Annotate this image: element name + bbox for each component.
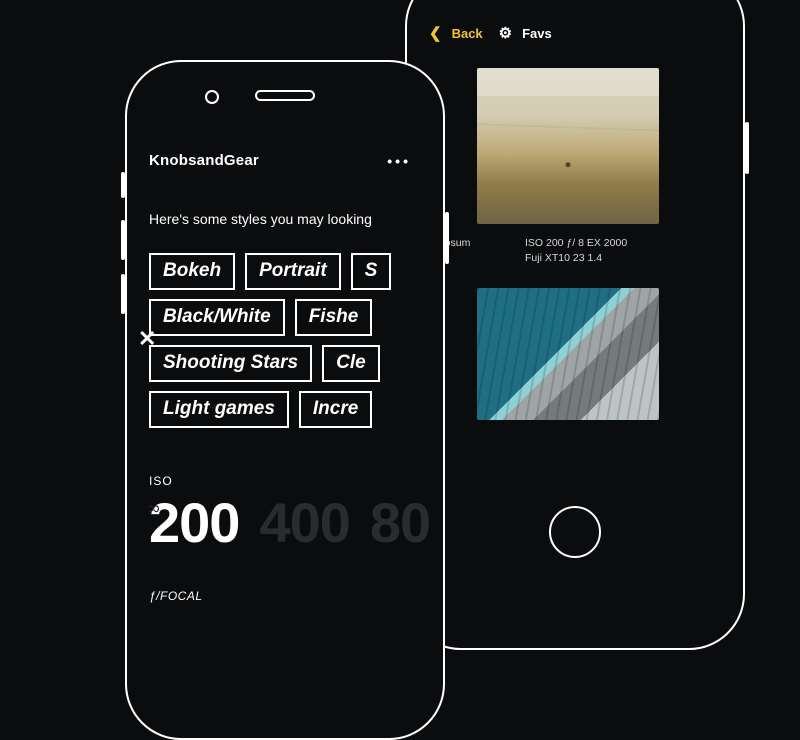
tag-cle-truncated[interactable]: Cle — [322, 345, 380, 382]
phone-frame-back: ❮ Back ⚙ Favs n Ipsum ISO 200 ƒ/ 8 EX 20… — [405, 0, 745, 650]
tag-portrait[interactable]: Portrait — [245, 253, 341, 290]
screen-front: KnobsandGear ••• Here's some styles you … — [149, 152, 443, 738]
tag-bokeh[interactable]: Bokeh — [149, 253, 235, 290]
phone-front-power-button — [445, 212, 449, 264]
back-nav-bar: ❮ Back ⚙ Favs — [429, 24, 721, 42]
photo-card-2[interactable] — [429, 288, 721, 420]
close-icon[interactable]: ✕ — [138, 326, 156, 352]
tag-truncated-s[interactable]: S — [351, 253, 392, 290]
iso-value-next-1[interactable]: 400 — [259, 490, 349, 555]
style-tags: Bokeh Portrait S Black/White Fishe Shoot… — [149, 253, 443, 428]
photo-card-1[interactable]: n Ipsum ISO 200 ƒ/ 8 EX 2000 Fuji XT10 2… — [429, 68, 721, 266]
favs-button[interactable]: Favs — [522, 26, 552, 41]
app-title: KnobsandGear — [149, 152, 259, 169]
iso-label: ISO — [149, 474, 443, 488]
phone-back-side-button — [745, 122, 749, 174]
gear-icon[interactable]: ⚙ — [499, 24, 512, 42]
tag-light-games[interactable]: Light games — [149, 391, 289, 428]
focal-label: ƒ/FOCAL — [149, 589, 443, 603]
tag-shooting-stars[interactable]: Shooting Stars — [149, 345, 312, 382]
phone-front-side-buttons — [121, 172, 125, 328]
chevron-left-icon[interactable]: ❮ — [429, 24, 442, 42]
photo-thumbnail-landscape[interactable] — [477, 68, 659, 224]
more-icon[interactable]: ••• — [387, 153, 411, 169]
screen-back: ❮ Back ⚙ Favs n Ipsum ISO 200 ƒ/ 8 EX 20… — [429, 24, 721, 528]
iso-picker[interactable]: ∞ ISO 200 400 80 — [149, 474, 443, 555]
volume-down-button — [121, 274, 125, 314]
infinity-icon: ∞ — [149, 498, 160, 519]
styles-subhead: Here's some styles you may looking — [149, 211, 443, 227]
mute-switch — [121, 172, 125, 198]
phone-frame-front: KnobsandGear ••• Here's some styles you … — [125, 60, 445, 740]
back-button[interactable]: Back — [452, 26, 483, 41]
tag-black-white[interactable]: Black/White — [149, 299, 285, 336]
iso-value-next-2[interactable]: 80 — [370, 490, 430, 555]
tag-incre-truncated[interactable]: Incre — [299, 391, 372, 428]
app-header: KnobsandGear ••• — [149, 152, 443, 169]
photo-caption-row: n Ipsum ISO 200 ƒ/ 8 EX 2000 Fuji XT10 2… — [433, 236, 721, 266]
volume-up-button — [121, 220, 125, 260]
tag-fisheye-truncated[interactable]: Fishe — [295, 299, 373, 336]
photo-thumbnail-city[interactable] — [477, 288, 659, 420]
iso-value-selected[interactable]: 200 — [149, 490, 239, 555]
photo-caption-right: ISO 200 ƒ/ 8 EX 2000 Fuji XT10 23 1.4 — [525, 236, 627, 266]
